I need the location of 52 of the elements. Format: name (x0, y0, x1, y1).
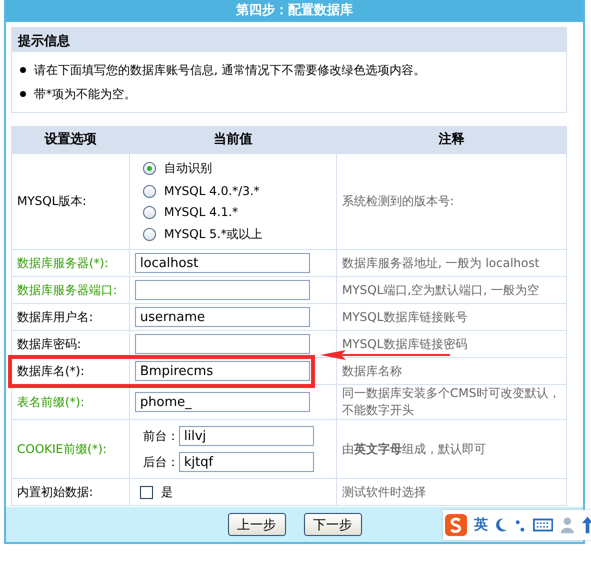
checkbox-label: 是 (161, 484, 173, 500)
note-text: MYSQL数据库链接账号 (342, 308, 468, 326)
note-text: 同一数据库安装多个CMS时可改变默认，不能数字开头 (342, 385, 561, 419)
note-text: MYSQL数据库链接密码 (342, 336, 468, 352)
field-label: 后台： (143, 454, 179, 470)
up-arrow-icon[interactable] (582, 516, 591, 534)
radio-button[interactable] (143, 184, 156, 198)
radio-button[interactable] (143, 206, 156, 218)
text-field[interactable]: lilvj (179, 426, 314, 446)
field-name: 数据库密码: (17, 336, 82, 352)
text-field[interactable]: Bmpirecms (135, 361, 310, 381)
radio-button[interactable] (143, 162, 156, 175)
step-title: 第四步：配置数据库 (6, 0, 583, 22)
note-text: 由英文字母组成，默认即可 (342, 440, 486, 458)
field-name: 数据库用户名: (17, 308, 94, 326)
radio-button[interactable] (143, 228, 156, 241)
field-name: 内置初始数据: (17, 484, 94, 500)
bullet-icon (20, 67, 26, 73)
keyboard-icon[interactable] (533, 517, 554, 533)
bullet-icon (20, 91, 26, 97)
note-text: MYSQL端口,空为默认端口, 一般为空 (342, 282, 539, 298)
text-field[interactable]: localhost (135, 253, 310, 273)
radio-label: MYSQL 4.1.* (164, 205, 238, 219)
hint-title: 提示信息 (12, 28, 566, 52)
ime-mode[interactable]: 英 (474, 516, 488, 534)
field-label: 前台： (143, 428, 179, 444)
hint-text: 带*项为不能为空。 (34, 86, 136, 102)
radio-label: 自动识别 (164, 160, 212, 177)
note-text: 系统检测到的版本号: (342, 193, 454, 210)
text-field[interactable]: kjtqf (179, 452, 314, 472)
note-text: 测试软件时选择 (342, 484, 426, 500)
hint-text: 请在下面填写您的数据库账号信息, 通常情况下不需要修改绿色选项内容。 (34, 62, 426, 78)
field-name: 数据库名(*): (17, 362, 84, 380)
arrow-icon (320, 350, 450, 360)
text-field[interactable]: phome_ (135, 392, 310, 412)
field-name: MYSQL版本: (17, 193, 86, 210)
text-field[interactable] (135, 334, 310, 354)
step-button[interactable]: 上一步 (228, 513, 286, 536)
step-button[interactable]: 下一步 (304, 513, 362, 536)
note-text: 数据库服务器地址, 一般为 localhost (342, 254, 540, 272)
note-text: 数据库名称 (342, 362, 402, 380)
moon-icon[interactable] (495, 517, 508, 533)
radio-label: MYSQL 4.0.*/3.* (164, 184, 260, 198)
text-field[interactable] (135, 280, 310, 300)
ime-logo-icon[interactable] (445, 513, 468, 537)
field-name: 数据库服务器端口: (17, 282, 118, 298)
field-name: COOKIE前缀(*): (17, 440, 107, 458)
checkbox[interactable] (140, 486, 153, 498)
radio-label: MYSQL 5.*或以上 (164, 226, 263, 243)
field-name: 数据库服务器(*): (17, 254, 108, 272)
field-name: 表名前缀(*): (17, 394, 84, 410)
text-field[interactable]: username (135, 307, 310, 327)
